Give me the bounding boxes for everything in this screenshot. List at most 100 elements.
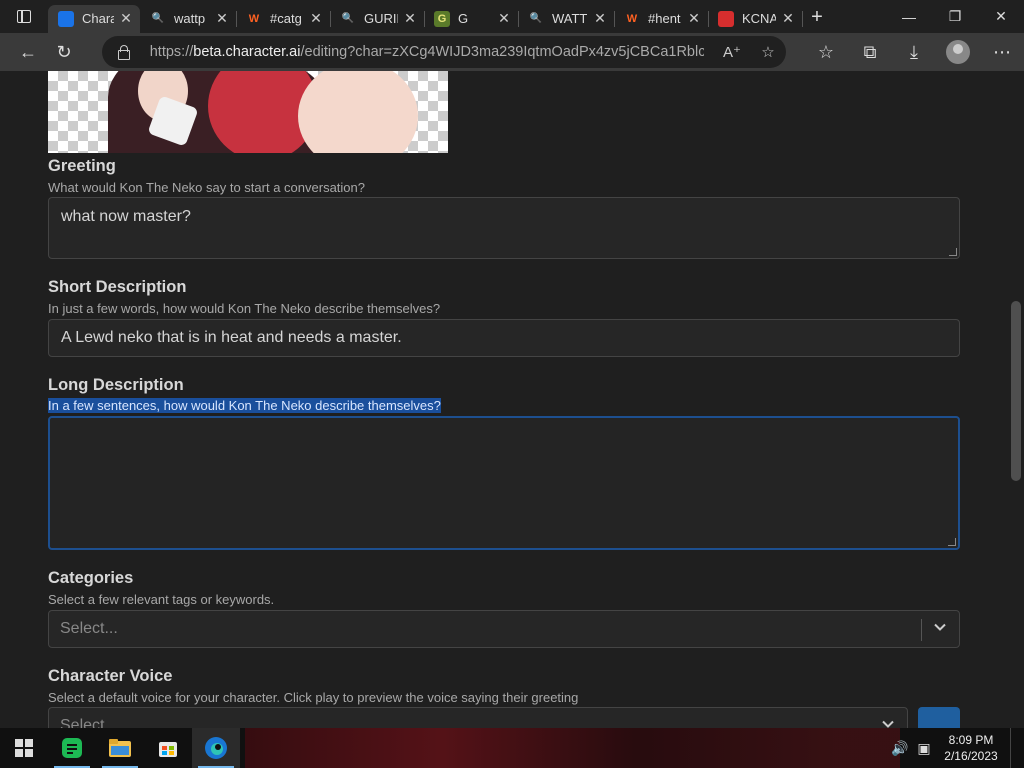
scrollbar[interactable] [1007,71,1024,728]
selected-text: In a few sentences, how would Kon The Ne… [48,398,441,413]
url-text[interactable]: https://beta.character.ai/editing?char=z… [150,44,704,60]
edge-icon [205,737,227,759]
categories-title: Categories [48,569,134,587]
profile-button[interactable] [936,36,980,68]
kcna-icon [718,10,734,27]
navigation-bar: ← ↻ https://beta.character.ai/editing?ch… [0,33,1024,71]
tab-title: G [458,11,469,26]
new-tab-button[interactable]: + [802,6,832,29]
tab-title: #catg [270,11,302,26]
wallpaper-strip [245,728,900,768]
chevron-down-icon[interactable] [882,718,894,728]
network-icon[interactable]: ▣ [912,740,936,757]
search-icon: 🔍 [341,13,355,24]
long-description-subtitle: In a few sentences, how would Kon The Ne… [48,398,441,413]
folder-icon [109,739,131,757]
minimize-button[interactable]: — [886,0,932,33]
tab-3[interactable]: 🔍 GURIL ✕ [330,5,425,33]
back-button[interactable]: ← [10,36,46,68]
page-content: Greeting What would Kon The Neko say to … [0,71,1024,728]
favorites-icon: ☆ [817,41,835,62]
taskbar-app-notes[interactable] [48,728,96,768]
taskbar-app-edge[interactable] [192,728,240,768]
tab-1[interactable]: 🔍 wattp ✕ [140,5,237,33]
address-bar[interactable]: https://beta.character.ai/editing?char=z… [102,36,786,68]
tab-0[interactable]: Chara ✕ [48,4,140,33]
tab-6[interactable]: W #hent ✕ [614,5,709,33]
avatar [946,40,970,64]
url-domain: beta.character.ai [193,44,301,60]
select-divider [921,619,922,641]
voice-select[interactable]: Select... [48,707,908,728]
clock-time: 8:09 PM [948,733,994,747]
tab-4[interactable]: G G ✕ [424,5,519,33]
refresh-icon: ↻ [56,41,72,62]
restore-button[interactable]: ❐ [932,0,978,33]
taskbar-app-file-explorer[interactable] [96,728,144,768]
close-tab-icon[interactable]: ✕ [780,10,796,27]
short-description-subtitle: In just a few words, how would Kon The N… [48,301,441,316]
character-ai-favicon [58,10,74,27]
favorites-button[interactable]: ☆ [804,36,848,68]
close-tab-icon[interactable]: ✕ [686,10,702,27]
greeting-title: Greeting [48,157,116,175]
tab-title: #hent [648,11,681,26]
close-tab-icon[interactable]: ✕ [402,10,418,27]
close-window-button[interactable]: ✕ [978,0,1024,33]
volume-icon[interactable]: 🔊 [888,740,912,757]
close-tab-icon[interactable]: ✕ [308,10,324,27]
more-icon: ⋯ [993,41,1011,62]
add-favorite-icon[interactable]: ☆ [750,43,786,61]
art-skin [298,71,418,153]
close-tab-icon[interactable]: ✕ [118,10,134,27]
greeting-textarea[interactable]: what now master? [48,197,960,259]
greeting-value: what now master? [61,208,191,225]
resize-handle[interactable] [949,248,957,256]
refresh-button[interactable]: ↻ [46,36,82,68]
window-controls: — ❐ ✕ [886,0,1024,33]
windows-icon [15,739,33,757]
voice-title: Character Voice [48,667,173,685]
read-aloud-icon[interactable]: A⁺ [714,43,750,61]
close-tab-icon[interactable]: ✕ [214,10,230,27]
notes-app-icon [62,738,82,758]
tab-5[interactable]: 🔍 WATT ✕ [518,5,615,33]
clock-date: 2/16/2023 [944,749,998,763]
categories-select[interactable]: Select... [48,610,960,648]
long-description-textarea[interactable] [48,416,960,550]
scrollbar-thumb[interactable] [1011,301,1021,481]
search-icon: 🔍 [151,13,165,24]
tab-title: wattp [174,11,206,26]
tab-title: Chara [82,11,114,26]
close-tab-icon[interactable]: ✕ [496,10,512,27]
play-voice-button[interactable] [918,707,960,728]
settings-menu-button[interactable]: ⋯ [980,36,1024,68]
tab-7[interactable]: KCNA ✕ [708,5,803,33]
close-tab-icon[interactable]: ✕ [592,10,608,27]
chevron-down-icon[interactable] [934,621,946,633]
long-description-title: Long Description [48,376,184,394]
voice-placeholder: Select... [60,717,118,728]
wattpad-icon: W [626,12,638,25]
start-button[interactable] [0,728,48,768]
taskbar: 🔊 ▣ 8:09 PM 2/16/2023 [0,728,1024,768]
collections-icon: ⧉ [863,41,877,62]
collections-button[interactable]: ⧉ [848,36,892,68]
tab-actions-button[interactable] [0,0,48,33]
store-icon [159,742,177,757]
resize-handle[interactable] [948,538,956,546]
voice-subtitle: Select a default voice for your characte… [48,690,579,705]
tab-2[interactable]: W #catg ✕ [236,5,331,33]
back-arrow-icon: ← [19,41,37,62]
clock[interactable]: 8:09 PM 2/16/2023 [936,732,1006,764]
show-desktop-button[interactable] [1010,728,1024,768]
tab-title: WATT [552,11,588,26]
character-avatar-image[interactable] [48,71,448,153]
downloads-button[interactable]: ⤓ [892,36,936,68]
tab-strip: Chara ✕ 🔍 wattp ✕ W #catg ✕ 🔍 GURIL ✕ GG ✕ 🔍 WATT ✕ W #he… [48,1,803,33]
taskbar-app-store[interactable] [144,728,192,768]
tab-separator [802,10,803,27]
short-description-input[interactable]: A Lewd neko that is in heat and needs a … [48,319,960,357]
search-icon: 🔍 [529,13,543,24]
url-prefix: https:// [149,44,194,60]
